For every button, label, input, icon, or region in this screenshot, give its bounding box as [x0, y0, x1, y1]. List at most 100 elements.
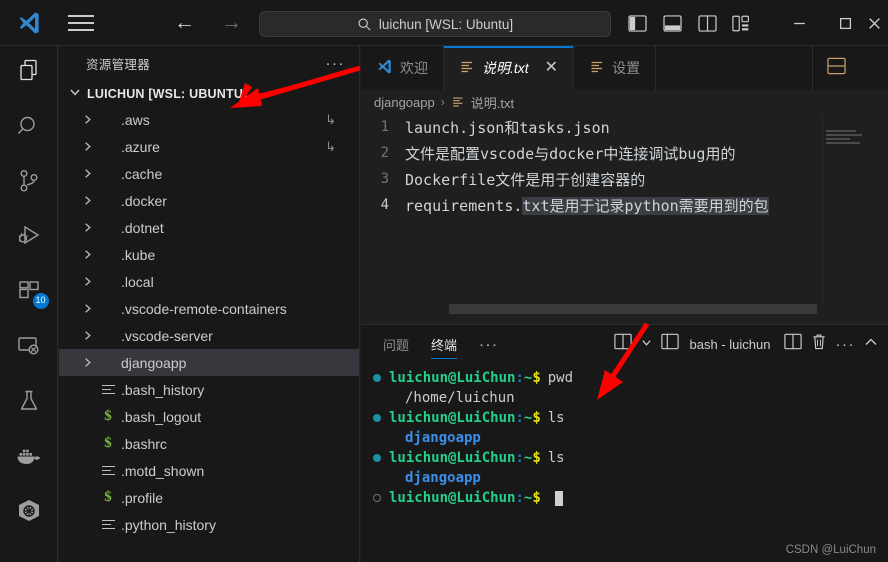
command-decoration-icon: [373, 374, 389, 382]
activity-item-kubernetes[interactable]: [0, 486, 58, 541]
tree-item-label: .python_history: [121, 516, 216, 533]
terminal-content[interactable]: luichun@LuiChun: ~ $ pwd/home/luichun luichu…: [361, 363, 888, 508]
tree-item-dot-dotnet[interactable]: .dotnet: [59, 214, 359, 241]
activity-item-run-and-debug[interactable]: [0, 211, 58, 266]
toggle-primary-sidebar-icon[interactable]: [625, 11, 649, 35]
main-menu-button[interactable]: [58, 0, 104, 46]
terminal-command: ls: [547, 410, 565, 426]
extensions-badge: 10: [32, 293, 49, 309]
tree-item-label: .cache: [121, 165, 163, 182]
tree-item-dot-local[interactable]: .local: [59, 268, 359, 295]
activity-item-source-control[interactable]: [0, 156, 58, 211]
terminal-user: luichun@LuiChun: [389, 410, 516, 426]
chevron-down-icon[interactable]: [641, 337, 652, 351]
command-center-label: luichun [WSL: Ubuntu]: [378, 16, 514, 32]
chevron-down-icon: [67, 84, 83, 103]
customize-layout-icon[interactable]: [730, 11, 754, 35]
tree-item-label: .aws: [121, 111, 150, 128]
layout-controls: [625, 0, 754, 46]
code-line[interactable]: 1 launch.json和tasks.json: [361, 114, 888, 140]
active-terminal-name[interactable]: bash - luichun: [690, 337, 771, 352]
maximize-button[interactable]: [822, 0, 868, 46]
trash-icon[interactable]: [811, 333, 827, 355]
tree-item-label: .bash_logout: [121, 408, 202, 425]
terminal-dollar: $: [532, 410, 541, 426]
terminal-separator: :: [515, 370, 524, 386]
terminal-user: luichun@LuiChun: [389, 450, 516, 466]
terminal-cursor: [554, 490, 563, 506]
toggle-secondary-sidebar-icon[interactable]: [695, 11, 719, 35]
terminal-prompt-line: luichun@LuiChun: ~ $ pwd: [373, 368, 888, 388]
tree-item-label: .kube: [121, 246, 156, 263]
tree-item-dot-aws[interactable]: .aws ↳: [59, 106, 359, 133]
code-editor[interactable]: 1 launch.json和tasks.json 2 文件是配置vscode与dock…: [361, 114, 888, 304]
activity-item-explorer[interactable]: [0, 46, 58, 101]
terminal-output-line: djangoapp: [373, 468, 888, 488]
panel-more-tabs-icon[interactable]: ···: [479, 336, 499, 353]
tree-item-dot-azure[interactable]: .azure ↳: [59, 133, 359, 160]
terminal-path: ~: [523, 450, 533, 466]
tab-settings[interactable]: 设置: [574, 46, 657, 90]
activity-item-search[interactable]: [0, 101, 58, 156]
tree-item-dot-docker[interactable]: .docker: [59, 187, 359, 214]
tree-item-djangoapp[interactable]: djangoapp: [59, 349, 359, 376]
activity-item-remote-explorer[interactable]: [0, 321, 58, 376]
tree-item-dot-kube[interactable]: .kube: [59, 241, 359, 268]
breadcrumb-folder[interactable]: djangoapp: [374, 95, 435, 110]
minimize-button[interactable]: [776, 0, 822, 46]
split-editor-down-icon[interactable]: [827, 57, 846, 80]
panel-tab-problems[interactable]: 问题: [383, 325, 409, 363]
panel-more-actions-icon[interactable]: ···: [836, 336, 856, 353]
split-terminal-right-icon[interactable]: [783, 333, 802, 355]
terminal-separator: :: [515, 490, 524, 506]
terminal-output-line: djangoapp: [373, 428, 888, 448]
chevron-up-icon[interactable]: [864, 335, 878, 353]
terminal-separator: :: [515, 450, 524, 466]
navigation-buttons: ← →: [174, 12, 242, 33]
editor-tab-bar: 欢迎 说明.txt ✕ 设置: [361, 46, 888, 90]
tree-item-dot-vscode-server[interactable]: .vscode-server: [59, 322, 359, 349]
explorer-sidebar: 资源管理器 ··· LUICHUN [WSL: UBUNTU] .aws ↳ .az…: [59, 46, 360, 562]
text-file-icon: [451, 95, 465, 109]
tab-shuoming-txt[interactable]: 说明.txt ✕: [444, 46, 575, 90]
code-line[interactable]: 4 requirements.txt是用于记录python需要用到的包: [361, 192, 888, 218]
code-line[interactable]: 2 文件是配置vscode与docker中连接调试bug用的: [361, 140, 888, 166]
code-line-text: Dockerfile文件是用于创建容器的: [405, 170, 646, 189]
terminal-output-text: /home/luichun: [405, 390, 515, 406]
kubernetes-helm-icon: [16, 498, 42, 529]
arrow-left-icon[interactable]: ←: [174, 12, 195, 33]
command-center-search[interactable]: luichun [WSL: Ubuntu]: [259, 11, 611, 37]
terminal-output-line: /home/luichun: [373, 388, 888, 408]
source-control-icon: [16, 168, 42, 199]
explorer-root-folder[interactable]: LUICHUN [WSL: UBUNTU]: [59, 81, 359, 106]
tree-item-dot-cache[interactable]: .cache: [59, 160, 359, 187]
tree-item-dot-bash_logout[interactable]: $ .bash_logout: [59, 403, 359, 430]
tree-item-dot-vscode-remote-containers[interactable]: .vscode-remote-containers: [59, 295, 359, 322]
panel-tab-terminal[interactable]: 终端: [431, 325, 458, 363]
file-tree: .aws ↳ .azure ↳ .cache .docker .dotnet .kube .lo…: [59, 106, 359, 538]
close-button[interactable]: [868, 0, 888, 46]
toggle-panel-icon[interactable]: [660, 11, 684, 35]
tree-item-dot-profile[interactable]: $ .profile: [59, 484, 359, 511]
arrow-right-icon[interactable]: →: [221, 12, 242, 33]
terminal-icon[interactable]: [660, 333, 679, 355]
code-line[interactable]: 3 Dockerfile文件是用于创建容器的: [361, 166, 888, 192]
tree-item-dot-bash_history[interactable]: .bash_history: [59, 376, 359, 403]
close-icon[interactable]: ✕: [545, 60, 558, 76]
tree-item-dot-motd_shown[interactable]: .motd_shown: [59, 457, 359, 484]
sidebar-more-actions-icon[interactable]: ···: [326, 55, 346, 72]
tab-welcome[interactable]: 欢迎: [361, 46, 444, 90]
tree-item-dot-python_history[interactable]: .python_history: [59, 511, 359, 538]
terminal-path: ~: [523, 490, 533, 506]
split-terminal-icon[interactable]: [613, 333, 632, 355]
activity-item-docker[interactable]: [0, 431, 58, 486]
activity-item-testing[interactable]: [0, 376, 58, 431]
terminal-prompt-line: luichun@LuiChun: ~ $ ls: [373, 448, 888, 468]
minimap[interactable]: [822, 114, 876, 304]
editor-horizontal-scrollbar[interactable]: [449, 304, 817, 314]
breadcrumb-file[interactable]: 说明.txt: [471, 93, 514, 112]
tree-item-dot-bashrc[interactable]: $ .bashrc: [59, 430, 359, 457]
activity-item-extensions[interactable]: 10: [0, 266, 58, 321]
shell-file-icon: $: [104, 408, 112, 424]
terminal-output-text: djangoapp: [405, 470, 481, 486]
